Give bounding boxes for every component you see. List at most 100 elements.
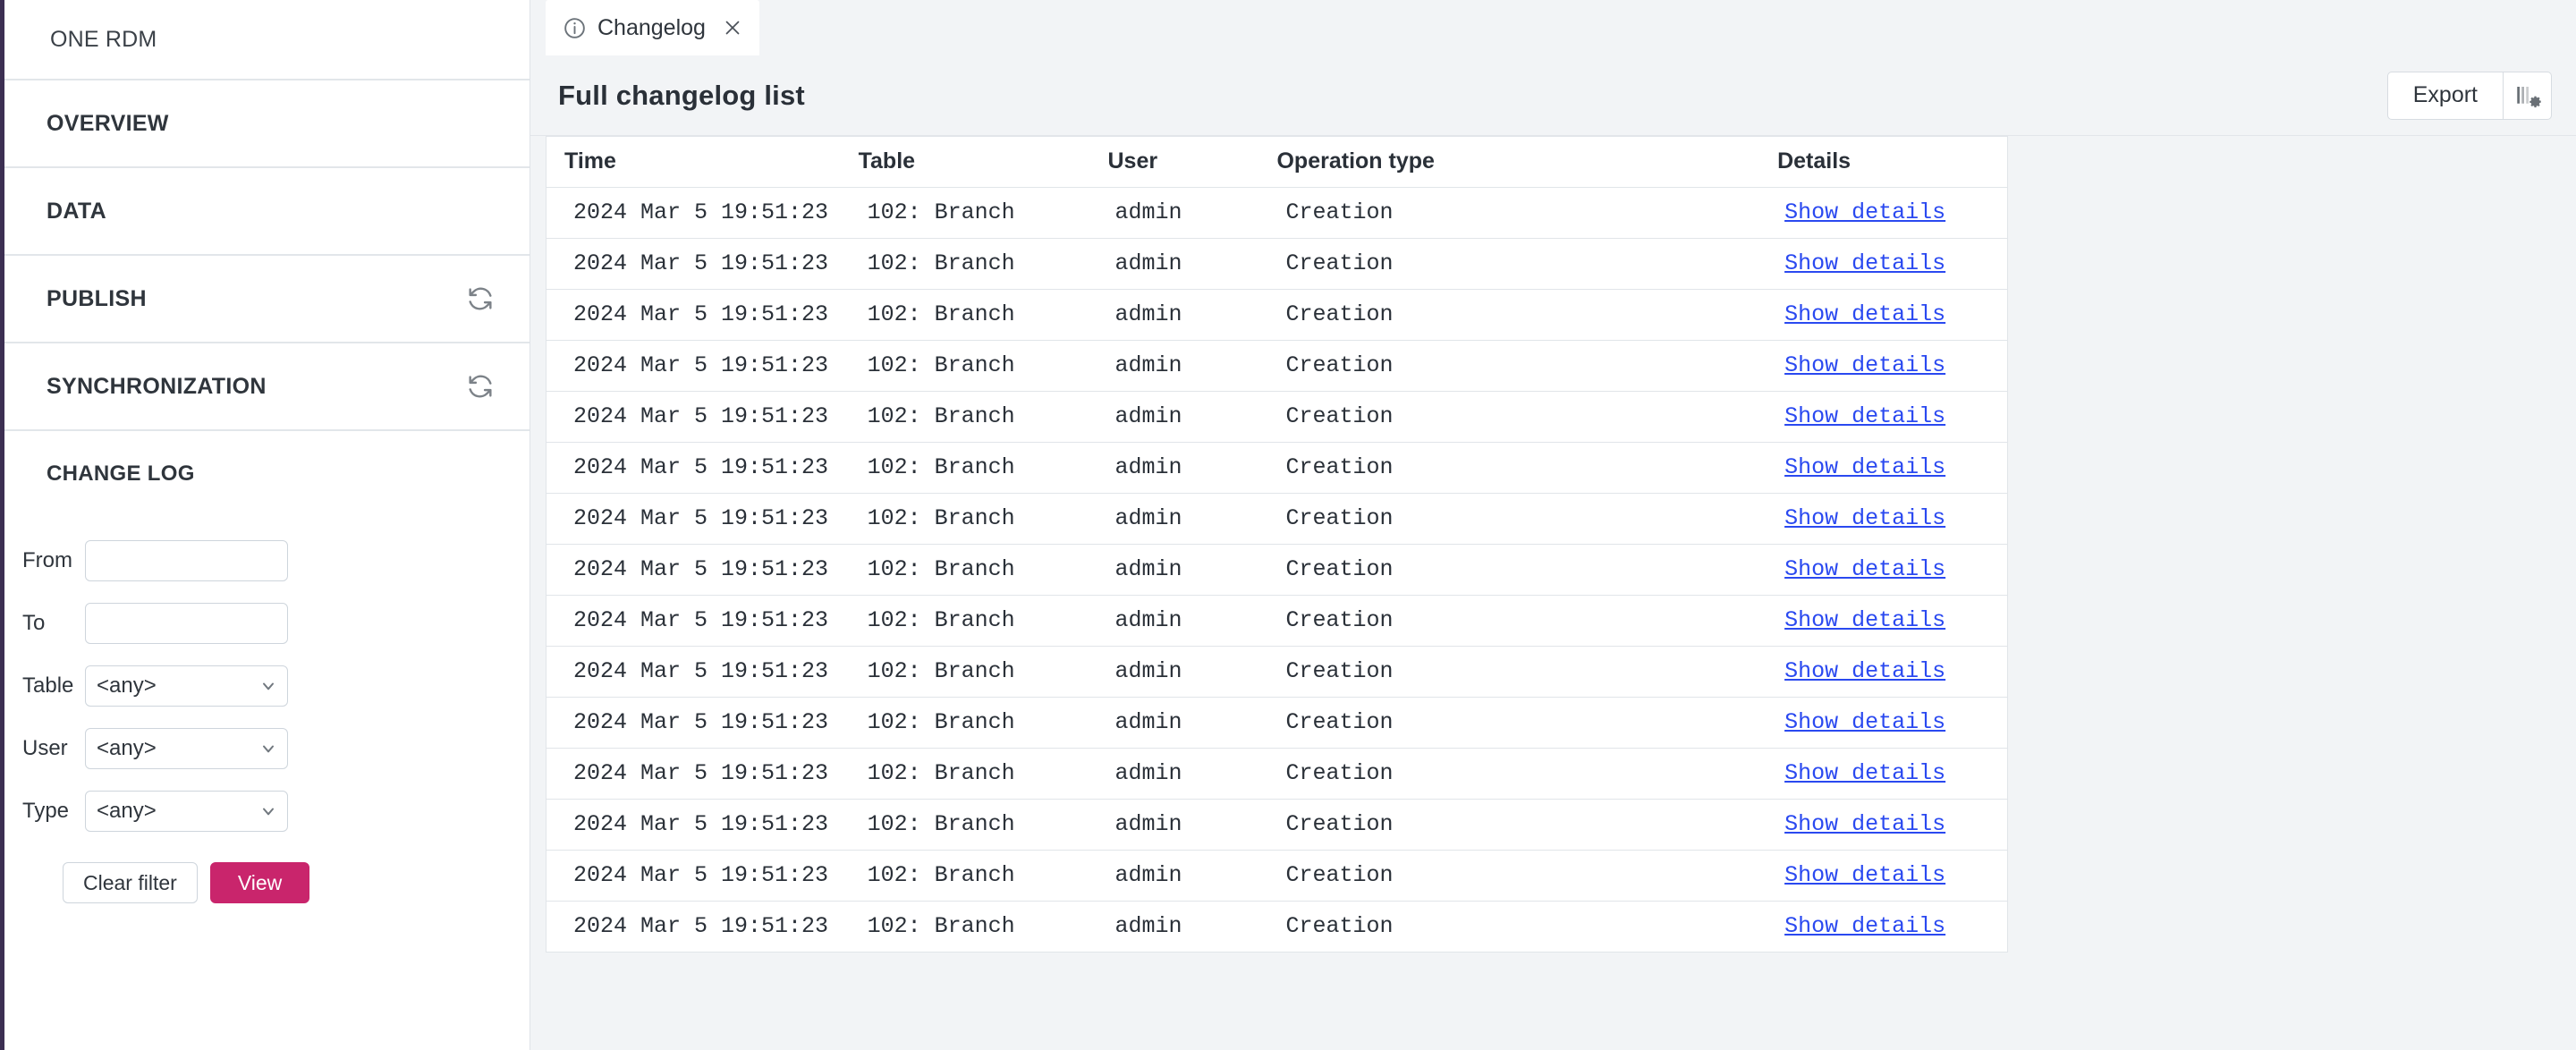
cell-table: 102: Branch — [859, 647, 1108, 698]
cell-time: 2024 Mar 5 19:51:23 — [547, 647, 859, 698]
type-select-value: <any> — [97, 799, 157, 824]
show-details-link[interactable]: Show details — [1784, 862, 1945, 888]
cell-operation: Creation — [1276, 494, 1777, 545]
cell-time: 2024 Mar 5 19:51:23 — [547, 188, 859, 239]
filter-row-type: Type <any> — [4, 780, 530, 843]
close-icon[interactable] — [722, 17, 743, 38]
sidebar-item-overview[interactable]: OVERVIEW — [4, 80, 530, 168]
sidebar-item-synchronization[interactable]: SYNCHRONIZATION — [4, 343, 530, 431]
refresh-icon[interactable] — [465, 284, 496, 314]
cell-operation: Creation — [1276, 443, 1777, 494]
show-details-link[interactable]: Show details — [1784, 709, 1945, 735]
user-select-value: <any> — [97, 736, 157, 761]
show-details-link[interactable]: Show details — [1784, 454, 1945, 480]
view-button[interactable]: View — [210, 862, 309, 903]
cell-user: admin — [1108, 647, 1277, 698]
column-header-details[interactable]: Details — [1777, 137, 2007, 188]
table-header-row: Time Table User Operation type Details — [547, 137, 2007, 188]
cell-table: 102: Branch — [859, 494, 1108, 545]
show-details-link[interactable]: Show details — [1784, 760, 1945, 786]
changelog-table-container[interactable]: Time Table User Operation type Details 2… — [530, 136, 2576, 1050]
cell-details[interactable]: Show details — [1777, 290, 2007, 341]
cell-operation: Creation — [1276, 800, 1777, 851]
cell-table: 102: Branch — [859, 239, 1108, 290]
cell-details[interactable]: Show details — [1777, 647, 2007, 698]
table-row: 2024 Mar 5 19:51:23102: BranchadminCreat… — [547, 800, 2007, 851]
refresh-icon[interactable] — [465, 371, 496, 402]
show-details-link[interactable]: Show details — [1784, 301, 1945, 327]
show-details-link[interactable]: Show details — [1784, 250, 1945, 276]
show-details-link[interactable]: Show details — [1784, 811, 1945, 837]
sidebar-item-publish[interactable]: PUBLISH — [4, 256, 530, 343]
columns-settings-button[interactable] — [2504, 72, 2552, 120]
cell-user: admin — [1108, 596, 1277, 647]
cell-details[interactable]: Show details — [1777, 851, 2007, 902]
cell-details[interactable]: Show details — [1777, 596, 2007, 647]
cell-operation: Creation — [1276, 188, 1777, 239]
cell-time: 2024 Mar 5 19:51:23 — [547, 290, 859, 341]
filter-row-from: From — [4, 529, 530, 592]
cell-operation: Creation — [1276, 596, 1777, 647]
cell-details[interactable]: Show details — [1777, 749, 2007, 800]
show-details-link[interactable]: Show details — [1784, 505, 1945, 531]
cell-table: 102: Branch — [859, 851, 1108, 902]
tab-changelog[interactable]: Changelog — [546, 0, 759, 55]
app-root: ONE RDM OVERVIEW DATA PUBLISH SYNCHRONIZ… — [0, 0, 2576, 1050]
cell-table: 102: Branch — [859, 698, 1108, 749]
cell-operation: Creation — [1276, 392, 1777, 443]
cell-details[interactable]: Show details — [1777, 698, 2007, 749]
show-details-link[interactable]: Show details — [1784, 199, 1945, 225]
show-details-link[interactable]: Show details — [1784, 607, 1945, 633]
cell-details[interactable]: Show details — [1777, 188, 2007, 239]
cell-details[interactable]: Show details — [1777, 902, 2007, 953]
cell-details[interactable]: Show details — [1777, 545, 2007, 596]
cell-details[interactable]: Show details — [1777, 239, 2007, 290]
main-content: Changelog Full changelog list Export — [530, 0, 2576, 1050]
from-date-input[interactable] — [85, 540, 288, 581]
brand-title: ONE RDM — [50, 27, 157, 53]
show-details-link[interactable]: Show details — [1784, 352, 1945, 378]
chevron-down-icon — [259, 802, 277, 820]
cell-table: 102: Branch — [859, 545, 1108, 596]
show-details-link[interactable]: Show details — [1784, 913, 1945, 939]
cell-operation: Creation — [1276, 749, 1777, 800]
cell-details[interactable]: Show details — [1777, 494, 2007, 545]
export-button[interactable]: Export — [2387, 72, 2504, 120]
cell-details[interactable]: Show details — [1777, 800, 2007, 851]
tab-strip: Changelog — [530, 0, 2576, 55]
column-header-time[interactable]: Time — [547, 137, 859, 188]
sidebar-item-change-log[interactable]: CHANGE LOG — [4, 431, 530, 517]
show-details-link[interactable]: Show details — [1784, 658, 1945, 684]
cell-operation: Creation — [1276, 341, 1777, 392]
column-header-table[interactable]: Table — [859, 137, 1108, 188]
show-details-link[interactable]: Show details — [1784, 556, 1945, 582]
user-select[interactable]: <any> — [85, 728, 288, 769]
cell-time: 2024 Mar 5 19:51:23 — [547, 239, 859, 290]
cell-details[interactable]: Show details — [1777, 392, 2007, 443]
table-body: 2024 Mar 5 19:51:23102: BranchadminCreat… — [547, 188, 2007, 953]
cell-operation: Creation — [1276, 902, 1777, 953]
to-date-input[interactable] — [85, 603, 288, 644]
type-select[interactable]: <any> — [85, 791, 288, 832]
cell-time: 2024 Mar 5 19:51:23 — [547, 545, 859, 596]
cell-user: admin — [1108, 749, 1277, 800]
cell-details[interactable]: Show details — [1777, 341, 2007, 392]
user-label: User — [22, 736, 85, 761]
cell-user: admin — [1108, 851, 1277, 902]
column-header-operation[interactable]: Operation type — [1276, 137, 1777, 188]
cell-operation: Creation — [1276, 239, 1777, 290]
sidebar-item-data[interactable]: DATA — [4, 168, 530, 256]
header-actions: Export — [2387, 72, 2552, 120]
cell-operation: Creation — [1276, 545, 1777, 596]
tab-label: Changelog — [597, 15, 706, 41]
chevron-down-icon — [259, 677, 277, 695]
cell-details[interactable]: Show details — [1777, 443, 2007, 494]
table-row: 2024 Mar 5 19:51:23102: BranchadminCreat… — [547, 341, 2007, 392]
cell-user: admin — [1108, 443, 1277, 494]
show-details-link[interactable]: Show details — [1784, 403, 1945, 429]
cell-time: 2024 Mar 5 19:51:23 — [547, 596, 859, 647]
cell-user: admin — [1108, 341, 1277, 392]
column-header-user[interactable]: User — [1108, 137, 1277, 188]
table-select[interactable]: <any> — [85, 665, 288, 707]
clear-filter-button[interactable]: Clear filter — [63, 862, 198, 903]
